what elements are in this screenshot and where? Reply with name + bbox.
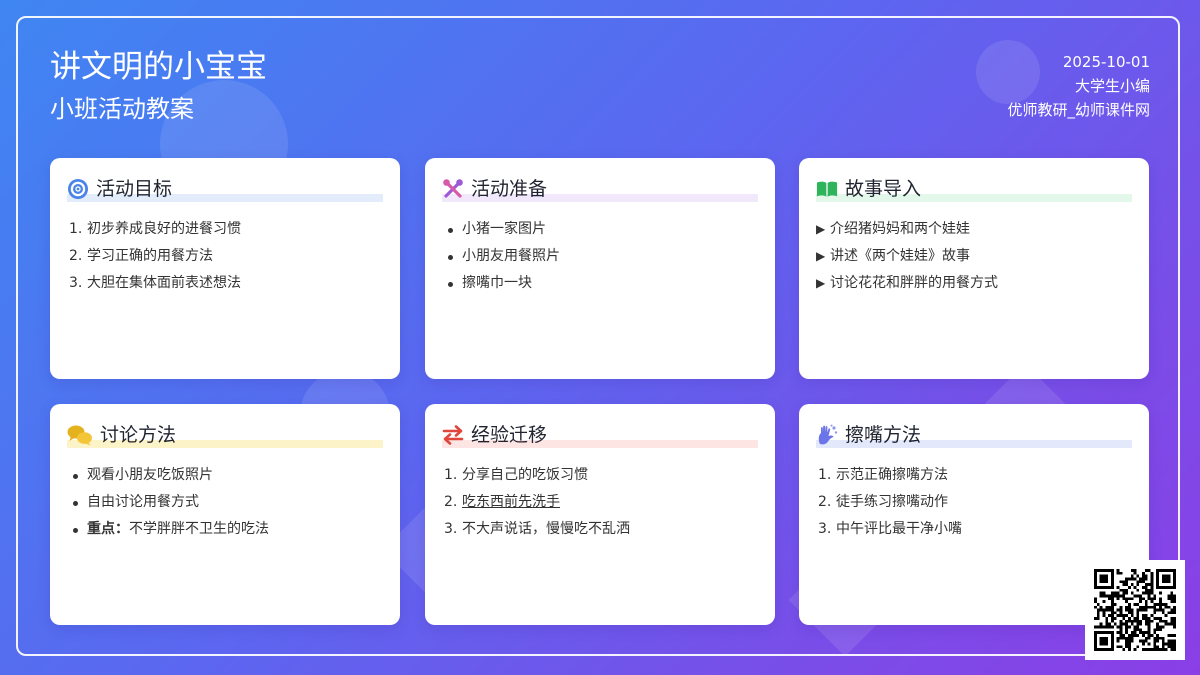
card-header: 讨论方法 xyxy=(67,420,383,450)
source-text: 优师教研_幼师课件网 xyxy=(1007,101,1150,119)
list-item: 2. 学习正确的用餐方法 xyxy=(69,248,213,264)
date-text: 2025-10-01 xyxy=(1062,53,1150,71)
card-title: 活动准备 xyxy=(471,178,548,200)
card-activity-goals: 活动目标 1. 初步养成良好的进餐习惯 2. 学习正确的用餐方法 3. 大胆在集体面前… xyxy=(50,158,400,379)
list-item: 重点：不学胖胖不卫生的吃法 xyxy=(67,516,383,543)
card-title: 经验迁移 xyxy=(471,424,548,446)
list-item: 3. 大胆在集体面前表述想法 xyxy=(69,275,241,291)
card-story-intro: 故事导入 ▶ 介绍猪妈妈和两个娃娃 ▶ 讲述《两个娃娃》故事 ▶ 讨论花花和胖胖的用餐… xyxy=(799,158,1149,379)
list-item: 1. 分享自己的吃饭习惯 xyxy=(444,467,588,483)
card-header: 经验迁移 xyxy=(442,420,758,450)
qr-code[interactable] xyxy=(1085,560,1185,660)
card-title: 擦嘴方法 xyxy=(845,424,922,446)
target-icon xyxy=(67,178,89,200)
card-list: 1. 示范正确擦嘴方法 2. 徒手练习擦嘴动作 3. 中午评比最干净小嘴 xyxy=(816,462,1132,543)
card-header: 擦嘴方法 xyxy=(816,420,1132,450)
arrow-bullet-icon: ▶ xyxy=(816,222,826,236)
list-item: ▶ 介绍猪妈妈和两个娃娃 xyxy=(816,216,1132,243)
card-header: 活动目标 xyxy=(67,174,383,204)
card-experience-transfer: 经验迁移 1. 分享自己的吃饭习惯 2. 吃东西前先洗手 3. 不大声说话，慢慢吃不乱… xyxy=(425,404,775,625)
meta-block: 2025-10-01 大学生小编 优师教研_幼师课件网 xyxy=(1007,50,1150,122)
arrow-bullet-icon: ▶ xyxy=(816,249,826,263)
arrow-bullet-icon: ▶ xyxy=(816,276,826,290)
list-item: ▶ 讲述《两个娃娃》故事 xyxy=(816,243,1132,270)
list-item: 3. 中午评比最干净小嘴 xyxy=(818,521,962,537)
card-header: 故事导入 xyxy=(816,174,1132,204)
page-subtitle: 小班活动教案 xyxy=(50,95,194,123)
swap-arrows-icon xyxy=(442,424,464,446)
book-icon xyxy=(816,178,838,200)
list-item: 擦嘴巾一块 xyxy=(442,270,758,297)
card-activity-preparation: 活动准备 小猪一家图片 小朋友用餐照片 擦嘴巾一块 xyxy=(425,158,775,379)
card-title: 故事导入 xyxy=(845,178,922,200)
list-item: 观看小朋友吃饭照片 xyxy=(67,462,383,489)
list-item: 自由讨论用餐方式 xyxy=(67,489,383,516)
list-item: 3. 不大声说话，慢慢吃不乱洒 xyxy=(444,521,630,537)
page-title: 讲文明的小宝宝 xyxy=(50,49,267,85)
card-list: 1. 初步养成良好的进餐习惯 2. 学习正确的用餐方法 3. 大胆在集体面前表述想法 xyxy=(67,216,383,297)
card-list: 1. 分享自己的吃饭习惯 2. 吃东西前先洗手 3. 不大声说话，慢慢吃不乱洒 xyxy=(442,462,758,543)
list-item: 2. 吃东西前先洗手 xyxy=(444,494,560,510)
list-item: ▶ 讨论花花和胖胖的用餐方式 xyxy=(816,270,1132,297)
list-item: 小猪一家图片 xyxy=(442,216,758,243)
author-text: 大学生小编 xyxy=(1074,77,1150,95)
chat-bubbles-icon xyxy=(67,424,93,446)
card-title: 讨论方法 xyxy=(100,424,177,446)
list-item: 小朋友用餐照片 xyxy=(442,243,758,270)
list-item: 1. 初步养成良好的进餐习惯 xyxy=(69,221,241,237)
qr-code-icon xyxy=(1094,569,1176,651)
list-item: 2. 徒手练习擦嘴动作 xyxy=(818,494,948,510)
hand-wash-icon xyxy=(816,424,838,446)
list-item: 1. 示范正确擦嘴方法 xyxy=(818,467,948,483)
card-discussion-method: 讨论方法 观看小朋友吃饭照片 自由讨论用餐方式 重点：不学胖胖不卫生的吃法 xyxy=(50,404,400,625)
card-list: 小猪一家图片 小朋友用餐照片 擦嘴巾一块 xyxy=(442,216,758,297)
card-list: ▶ 介绍猪妈妈和两个娃娃 ▶ 讲述《两个娃娃》故事 ▶ 讨论花花和胖胖的用餐方式 xyxy=(816,216,1132,297)
card-title: 活动目标 xyxy=(96,178,173,200)
card-header: 活动准备 xyxy=(442,174,758,204)
card-list: 观看小朋友吃饭照片 自由讨论用餐方式 重点：不学胖胖不卫生的吃法 xyxy=(67,462,383,543)
tools-icon xyxy=(442,178,464,200)
